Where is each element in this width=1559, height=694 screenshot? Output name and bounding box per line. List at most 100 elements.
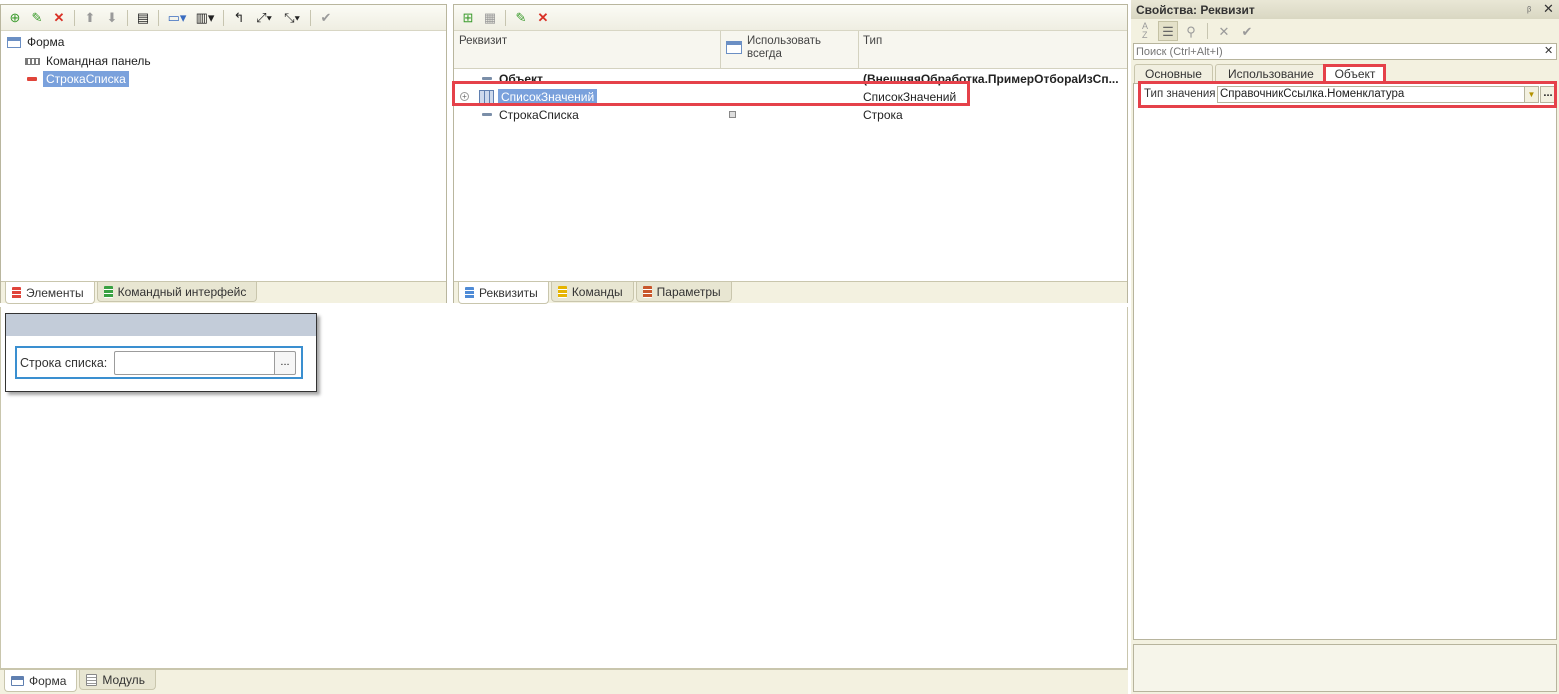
tree-item-list-string[interactable]: СтрокаСписка <box>27 70 129 88</box>
tab-label: Реквизиты <box>479 285 538 300</box>
column-divider <box>858 31 859 69</box>
attribute-icon <box>482 77 492 80</box>
form-icon <box>7 36 21 48</box>
categorized-view-icon[interactable]: ☰ <box>1158 21 1178 41</box>
toolbar-separator <box>74 9 75 26</box>
attributes-tab-icon <box>465 286 474 299</box>
bottom-tabbar: Форма Модуль <box>0 669 1128 694</box>
field-icon <box>27 77 37 81</box>
tab-label: Основные <box>1145 67 1202 81</box>
attributes-toolbar: ⊞ ▦ ✎ ✕ <box>454 5 1127 31</box>
table-row[interactable]: СтрокаСписка Строка <box>454 105 1127 124</box>
group-dropdown-icon[interactable]: ▥▾ <box>192 8 218 28</box>
search-clear-icon[interactable]: ✕ <box>1544 44 1553 57</box>
properties-search-input[interactable] <box>1136 44 1536 59</box>
display-dropdown-icon[interactable]: ▭▾ <box>164 8 190 28</box>
toolbar-separator <box>127 9 128 26</box>
sort-alphabetical-icon[interactable]: AZ <box>1135 21 1155 41</box>
edit-icon[interactable]: ✎ <box>27 8 47 28</box>
check-icon[interactable]: ✔ <box>316 8 336 28</box>
edit-icon[interactable]: ✎ <box>511 8 531 28</box>
toolbar-separator <box>158 9 159 26</box>
tree-item-label: Форма <box>27 35 65 49</box>
column-divider <box>720 31 721 69</box>
list-string-input[interactable] <box>114 351 275 375</box>
tab-module[interactable]: Модуль <box>79 670 156 690</box>
properties-description-area <box>1133 644 1557 692</box>
add-attribute-icon[interactable]: ⊞ <box>458 8 478 28</box>
properties-titlebar: Свойства: Реквизит ᵦ ✕ <box>1131 0 1559 19</box>
form-tab-icon <box>11 675 24 686</box>
pin-icon[interactable]: ᵦ <box>1527 2 1531 14</box>
elements-tabbar: Элементы Командный интерфейс <box>1 281 446 304</box>
form-preview-header <box>6 314 316 336</box>
tab-attributes[interactable]: Реквизиты <box>458 282 549 304</box>
tab-label: Форма <box>29 673 67 688</box>
tab-elements[interactable]: Элементы <box>5 282 95 304</box>
apply-icon[interactable]: ✔ <box>1237 21 1257 41</box>
attributes-panel: ⊞ ▦ ✎ ✕ Реквизит Использовать всегда Тип… <box>453 4 1128 304</box>
properties-panel: Свойства: Реквизит ᵦ ✕ AZ ☰ ⚲ ✕ ✔ ✕ Осно… <box>1131 0 1559 694</box>
parameters-tab-icon <box>642 285 652 298</box>
undo-move-icon[interactable]: ↰ <box>229 8 249 28</box>
attribute-name: СтрокаСписка <box>499 107 579 122</box>
use-always-column-icon <box>726 41 742 54</box>
elements-panel: ⊕ ✎ ✕ ⬆ ⬇ ▤ ▭▾ ▥▾ ↰ ⤢▾ ⤡▾ ✔ Форма Команд… <box>0 4 447 304</box>
add-icon[interactable]: ⊕ <box>5 8 25 28</box>
list-string-label: Строка списка: <box>20 356 108 370</box>
tab-label: Модуль <box>102 672 145 687</box>
properties-search: ✕ <box>1133 43 1557 60</box>
delete-icon[interactable]: ✕ <box>533 8 553 28</box>
use-always-checkbox[interactable] <box>729 111 736 118</box>
close-icon[interactable]: ✕ <box>1543 1 1554 17</box>
tab-form[interactable]: Форма <box>4 670 78 692</box>
properties-title: Свойства: Реквизит <box>1136 3 1255 17</box>
elements-toolbar: ⊕ ✎ ✕ ⬆ ⬇ ▤ ▭▾ ▥▾ ↰ ⤢▾ ⤡▾ ✔ <box>1 5 446 31</box>
form-preview-area: Строка списка: ... <box>0 307 1128 669</box>
resize-dropdown-icon[interactable]: ⤢▾ <box>251 8 277 28</box>
highlight-value-list-row <box>452 81 970 106</box>
tree-item-label: Командная панель <box>46 54 151 68</box>
toolbar-separator <box>310 9 311 26</box>
toolbar-separator <box>1207 23 1208 39</box>
delete-icon[interactable]: ✕ <box>49 8 69 28</box>
stretch-dropdown-icon[interactable]: ⤡▾ <box>279 8 305 28</box>
tree-item-label: СтрокаСписка <box>43 71 129 87</box>
column-header-use-always[interactable]: Использовать всегда <box>747 35 857 61</box>
move-up-icon[interactable]: ⬆ <box>80 8 100 28</box>
tab-label: Параметры <box>656 284 721 299</box>
properties-content: Тип значения СправочникСсылка.Номенклату… <box>1133 83 1557 640</box>
select-button-label: ... <box>280 356 290 368</box>
form-settings-icon[interactable]: ▤ <box>133 8 153 28</box>
tab-label: Использование <box>1228 67 1314 81</box>
add-column-icon[interactable]: ▦ <box>480 8 500 28</box>
module-tab-icon <box>86 673 98 686</box>
properties-toolbar: AZ ☰ ⚲ ✕ ✔ <box>1131 19 1559 43</box>
clear-value-icon[interactable]: ✕ <box>1214 21 1234 41</box>
command-panel-icon <box>25 57 40 65</box>
commands-tab-icon <box>557 285 567 298</box>
form-preview-field-group: Строка списка: ... <box>15 346 303 379</box>
move-down-icon[interactable]: ⬇ <box>102 8 122 28</box>
filter-icon[interactable]: ⚲ <box>1181 21 1201 41</box>
tab-label: Команды <box>571 284 623 299</box>
tab-label: Командный интерфейс <box>117 284 247 299</box>
elements-tab-icon <box>12 286 21 299</box>
toolbar-separator <box>505 9 506 26</box>
tab-commands[interactable]: Команды <box>550 282 634 302</box>
column-header-attribute[interactable]: Реквизит <box>459 35 507 47</box>
tree-item-form[interactable]: Форма <box>7 33 64 51</box>
tab-command-interface[interactable]: Командный интерфейс <box>96 282 258 302</box>
form-preview-window: Строка списка: ... <box>5 313 317 392</box>
column-header-type[interactable]: Тип <box>863 35 882 47</box>
tree-item-command-panel[interactable]: Командная панель <box>25 52 151 70</box>
attributes-table-header: Реквизит Использовать всегда Тип <box>454 31 1127 69</box>
list-string-select-button[interactable]: ... <box>274 351 296 375</box>
tab-label: Элементы <box>26 285 84 300</box>
attribute-type: Строка <box>863 107 903 122</box>
attributes-tabbar: Реквизиты Команды Параметры <box>454 281 1127 304</box>
highlight-value-type-row <box>1138 81 1557 108</box>
command-interface-tab-icon <box>103 285 113 298</box>
attribute-icon <box>482 113 492 116</box>
tab-parameters[interactable]: Параметры <box>635 282 732 302</box>
